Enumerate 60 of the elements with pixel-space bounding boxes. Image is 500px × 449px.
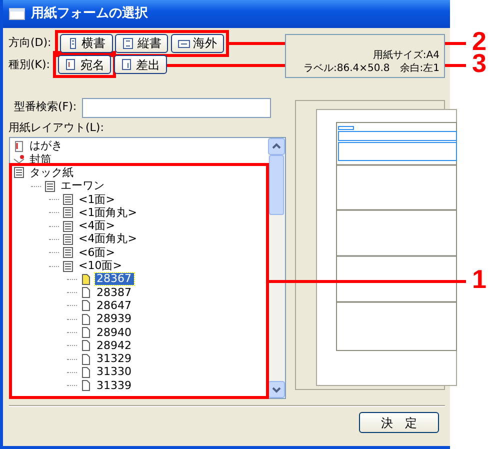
search-field[interactable] <box>82 98 272 118</box>
sheet-icon <box>62 234 74 245</box>
document-icon <box>80 287 92 298</box>
tree-item[interactable]: 28939 <box>94 313 134 326</box>
tree-item[interactable]: 28387 <box>94 286 134 299</box>
tree-item[interactable]: 31330 <box>94 366 134 378</box>
info-text: ラベル:86.4×50.8 余白:左1 <box>303 62 440 74</box>
field-label: 用紙レイアウト(L): <box>8 120 105 136</box>
sheet-icon <box>62 207 74 218</box>
tree-item[interactable]: <1面角丸> <box>76 206 139 219</box>
callout-number: 1 <box>472 266 486 292</box>
tree-item[interactable]: <6面> <box>76 246 117 259</box>
scroll-down-icon <box>268 380 284 398</box>
postcard-icon <box>12 140 24 152</box>
scroll-thumb[interactable] <box>268 154 284 215</box>
document-icon <box>80 340 92 352</box>
tree-item[interactable]: はがき <box>28 140 64 152</box>
scroll-up-icon <box>268 138 284 155</box>
sheet-icon <box>62 260 74 272</box>
tree-item[interactable]: 28367 <box>94 273 134 286</box>
window-title: 用紙フォームの選択 <box>31 5 148 24</box>
document-icon <box>80 274 92 285</box>
tree-item[interactable]: 28942 <box>94 340 134 352</box>
field-label: 型番検索(F): <box>14 99 77 116</box>
field-label: 種別(K): <box>8 56 50 72</box>
tree-item[interactable]: <4面> <box>76 220 117 232</box>
sheet-icon <box>62 220 74 232</box>
sheet-icon <box>44 180 56 192</box>
document-icon <box>80 300 92 312</box>
tree-item[interactable]: エーワン <box>58 180 106 192</box>
ok-button[interactable]: 決 定 <box>359 412 439 434</box>
tree-item[interactable]: 28647 <box>94 300 134 312</box>
tree-item[interactable]: 31329 <box>94 353 134 366</box>
page-icon <box>121 59 134 70</box>
document-icon <box>80 380 92 392</box>
tree-item[interactable]: <1面> <box>76 194 117 206</box>
page-icon <box>65 59 78 70</box>
document-icon <box>80 314 92 325</box>
sheet-icon <box>62 247 74 258</box>
info-text: 用紙サイズ:A4 <box>372 48 440 62</box>
document-icon <box>80 366 92 378</box>
option-button[interactable]: 縦書 <box>115 34 168 52</box>
page-icon <box>178 38 190 48</box>
option-button[interactable]: 横書 <box>60 34 113 52</box>
option-button[interactable]: 宛名 <box>58 55 112 74</box>
tree-item[interactable]: <4面角丸> <box>76 233 139 246</box>
page-icon <box>122 38 134 48</box>
option-button[interactable]: 海外 <box>171 34 224 52</box>
tree-item[interactable]: タック紙 <box>28 166 76 179</box>
sheet-icon <box>62 194 74 206</box>
window-icon <box>9 8 25 20</box>
tree-item[interactable]: 31339 <box>94 380 134 392</box>
tree-item[interactable]: 28940 <box>94 326 134 339</box>
document-icon <box>80 327 92 338</box>
envelope-icon <box>12 154 24 166</box>
field-label: 方向(D): <box>8 34 52 51</box>
option-button[interactable]: 差出 <box>114 55 168 74</box>
sheet-icon <box>12 167 24 178</box>
document-icon <box>80 354 92 365</box>
tree-item[interactable]: <10面> <box>76 260 124 272</box>
